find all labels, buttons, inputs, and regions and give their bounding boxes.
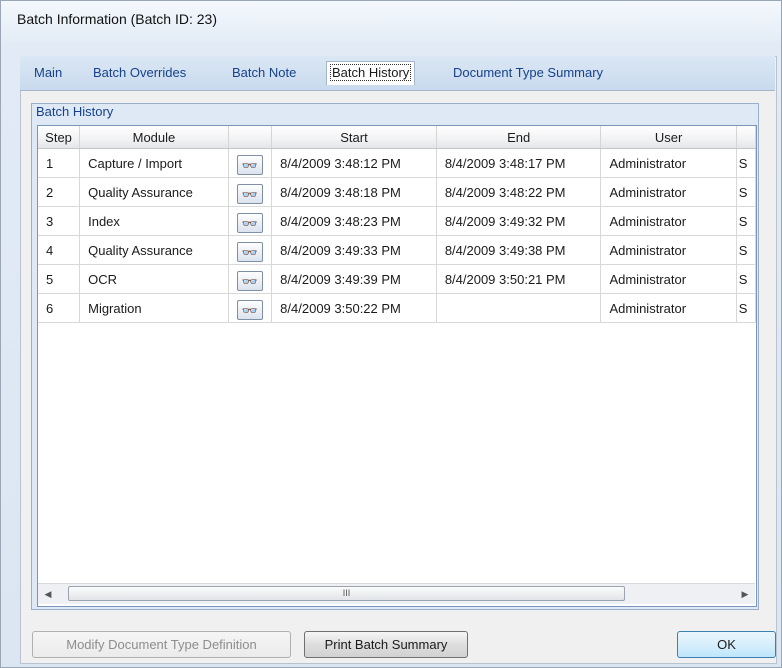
- truncated-cell: S: [736, 264, 756, 294]
- table-row[interactable]: 3 Index 👓 8/4/2009 3:48:23 PM 8/4/2009 3…: [38, 206, 756, 236]
- column-header-icon[interactable]: [228, 126, 273, 149]
- details-cell: 👓: [228, 148, 273, 178]
- binoculars-icon[interactable]: 👓: [236, 270, 263, 291]
- end-cell: 8/4/2009 3:49:38 PM: [436, 235, 602, 265]
- column-header-module[interactable]: Module: [79, 126, 229, 149]
- start-cell: 8/4/2009 3:50:22 PM: [271, 293, 437, 323]
- details-cell: 👓: [228, 206, 273, 236]
- start-cell: 8/4/2009 3:48:23 PM: [271, 206, 437, 236]
- user-cell: Administrator: [600, 293, 737, 323]
- start-cell: 8/4/2009 3:49:39 PM: [271, 264, 437, 294]
- user-cell: Administrator: [600, 206, 737, 236]
- module-cell: Quality Assurance: [79, 235, 229, 265]
- table-row[interactable]: 6 Migration 👓 8/4/2009 3:50:22 PM Admini…: [38, 293, 756, 323]
- column-header-overflow: [736, 126, 756, 149]
- module-cell: Quality Assurance: [79, 177, 229, 207]
- module-cell: OCR: [79, 264, 229, 294]
- table-row[interactable]: 4 Quality Assurance 👓 8/4/2009 3:49:33 P…: [38, 235, 756, 265]
- tab-document-type-summary[interactable]: Document Type Summary: [453, 65, 603, 80]
- history-table: Step Module Start End User 1 Capture / I…: [38, 126, 756, 323]
- window-title: Batch Information (Batch ID: 23): [17, 11, 217, 27]
- column-header-step[interactable]: Step: [38, 126, 81, 149]
- group-title: Batch History: [36, 104, 114, 119]
- binoculars-icon[interactable]: 👓: [236, 154, 263, 175]
- user-cell: Administrator: [600, 177, 737, 207]
- modify-document-type-definition-button[interactable]: Modify Document Type Definition: [32, 631, 291, 658]
- scroll-right-button[interactable]: ▶: [735, 584, 755, 604]
- start-cell: 8/4/2009 3:48:18 PM: [271, 177, 437, 207]
- start-cell: 8/4/2009 3:48:12 PM: [271, 148, 437, 178]
- tab-main[interactable]: Main: [34, 65, 62, 80]
- end-cell: 8/4/2009 3:48:17 PM: [436, 148, 602, 178]
- scroll-left-button[interactable]: ◀: [38, 584, 58, 604]
- module-cell: Migration: [79, 293, 229, 323]
- tab-batch-overrides[interactable]: Batch Overrides: [93, 65, 186, 80]
- truncated-cell: S: [736, 148, 756, 178]
- step-cell: 6: [38, 293, 81, 323]
- grid-body: 1 Capture / Import 👓 8/4/2009 3:48:12 PM…: [38, 148, 756, 323]
- step-cell: 5: [38, 264, 81, 294]
- truncated-cell: S: [736, 206, 756, 236]
- column-header-start[interactable]: Start: [271, 126, 437, 149]
- batch-history-grid[interactable]: Step Module Start End User 1 Capture / I…: [37, 125, 757, 607]
- truncated-cell: S: [736, 235, 756, 265]
- details-cell: 👓: [228, 177, 273, 207]
- horizontal-scrollbar[interactable]: ◀ III ▶: [38, 583, 755, 604]
- details-cell: 👓: [228, 235, 273, 265]
- end-cell: 8/4/2009 3:50:21 PM: [436, 264, 602, 294]
- column-header-end[interactable]: End: [436, 126, 602, 149]
- end-cell: 8/4/2009 3:48:22 PM: [436, 177, 602, 207]
- table-row[interactable]: 2 Quality Assurance 👓 8/4/2009 3:48:18 P…: [38, 177, 756, 207]
- title-bar: Batch Information (Batch ID: 23): [1, 1, 781, 43]
- user-cell: Administrator: [600, 264, 737, 294]
- user-cell: Administrator: [600, 235, 737, 265]
- user-cell: Administrator: [600, 148, 737, 178]
- table-row[interactable]: 5 OCR 👓 8/4/2009 3:49:39 PM 8/4/2009 3:5…: [38, 264, 756, 294]
- module-cell: Index: [79, 206, 229, 236]
- end-cell: [436, 293, 602, 323]
- truncated-cell: S: [736, 177, 756, 207]
- start-cell: 8/4/2009 3:49:33 PM: [271, 235, 437, 265]
- step-cell: 1: [38, 148, 81, 178]
- tab-batch-history-label: Batch History: [329, 64, 412, 81]
- binoculars-icon[interactable]: 👓: [236, 299, 263, 320]
- header-row: Step Module Start End User: [38, 126, 756, 149]
- binoculars-icon[interactable]: 👓: [236, 241, 263, 262]
- details-cell: 👓: [228, 264, 273, 294]
- details-cell: 👓: [228, 293, 273, 323]
- binoculars-icon[interactable]: 👓: [236, 212, 263, 233]
- end-cell: 8/4/2009 3:49:32 PM: [436, 206, 602, 236]
- binoculars-icon[interactable]: 👓: [236, 183, 263, 204]
- step-cell: 3: [38, 206, 81, 236]
- step-cell: 2: [38, 177, 81, 207]
- step-cell: 4: [38, 235, 81, 265]
- scroll-thumb[interactable]: III: [68, 586, 625, 601]
- print-batch-summary-button[interactable]: Print Batch Summary: [304, 631, 468, 658]
- column-header-user[interactable]: User: [600, 126, 737, 149]
- table-row[interactable]: 1 Capture / Import 👓 8/4/2009 3:48:12 PM…: [38, 148, 756, 178]
- ok-button[interactable]: OK: [677, 631, 776, 658]
- tab-batch-note[interactable]: Batch Note: [232, 65, 296, 80]
- tab-strip: Main Batch Overrides Batch Note Batch Hi…: [20, 56, 775, 91]
- truncated-cell: S: [736, 293, 756, 323]
- module-cell: Capture / Import: [79, 148, 229, 178]
- tab-batch-history[interactable]: Batch History: [326, 61, 416, 85]
